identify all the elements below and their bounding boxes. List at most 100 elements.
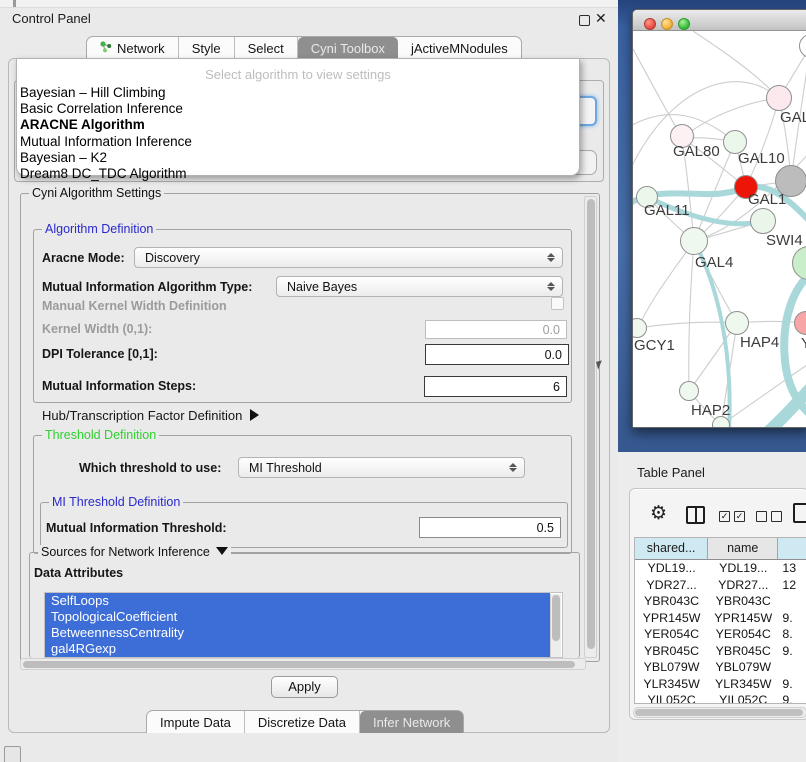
mi-algorithm-type-select[interactable]: Naive Bayes xyxy=(276,276,563,297)
table-horizontal-scrollbar[interactable] xyxy=(633,707,806,718)
zoom-traffic-light-icon[interactable] xyxy=(678,18,690,30)
table-cell: 8. xyxy=(778,626,806,643)
tab-label: Impute Data xyxy=(160,715,231,730)
table-row[interactable]: YER054CYER054C8. xyxy=(635,626,806,643)
network-node[interactable] xyxy=(712,416,730,427)
algorithm-option-basic-correlation-inference[interactable]: Basic Correlation Inference xyxy=(20,101,576,117)
algorithm-option-dream8-dc-tdc-algorithm[interactable]: Dream8 DC_TDC Algorithm xyxy=(20,166,576,182)
table-cell: YDR27... xyxy=(708,577,778,594)
tab-discretize-data[interactable]: Discretize Data xyxy=(245,711,360,733)
expand-arrow-icon xyxy=(250,409,259,421)
scrollbar-thumb[interactable] xyxy=(635,709,803,716)
table-cell: YIL052C xyxy=(635,692,708,704)
collapse-arrow-icon xyxy=(216,547,228,555)
table-row[interactable]: YLR345WYLR345W9. xyxy=(635,676,806,693)
attribute-item-betweennesscentrality[interactable]: BetweennessCentrality xyxy=(45,625,550,641)
sources-group-title[interactable]: Sources for Network Inference xyxy=(38,545,231,559)
cytoscape-screen: Control Panel ✕ NetworkStyleSelectCyni T… xyxy=(0,0,806,762)
column-header-name[interactable]: name xyxy=(708,538,778,559)
unchecked-checkbox-icon[interactable] xyxy=(771,511,782,522)
unchecked-checkbox-icon[interactable] xyxy=(756,511,767,522)
mi-threshold-label: Mutual Information Threshold: xyxy=(46,521,227,535)
algorithm-option-mutual-information-inference[interactable]: Mutual Information Inference xyxy=(20,134,576,150)
scrollbar-thumb[interactable] xyxy=(587,199,595,649)
table-row[interactable]: YDL19...YDL19...13 xyxy=(635,560,806,577)
tab-cyni-toolbox[interactable]: Cyni Toolbox xyxy=(298,37,398,59)
hub-definition-toggle[interactable]: Hub/Transcription Factor Definition xyxy=(42,408,259,423)
tab-infer-network[interactable]: Infer Network xyxy=(360,711,463,733)
network-node-gal4[interactable] xyxy=(680,227,708,255)
mi-threshold-input[interactable] xyxy=(419,517,561,538)
minimize-traffic-light-icon[interactable] xyxy=(661,18,673,30)
algorithm-option-aracne-algorithm[interactable]: ARACNE Algorithm xyxy=(20,117,576,133)
algorithm-option-bayesian-k2[interactable]: Bayesian – K2 xyxy=(20,150,576,166)
checked-checkbox-icon[interactable]: ✓ xyxy=(734,511,745,522)
table-row[interactable]: YBL079WYBL079W xyxy=(635,659,806,676)
attributes-scrollbar[interactable] xyxy=(550,594,561,658)
scrollbar-thumb[interactable] xyxy=(552,595,560,641)
float-window-icon[interactable] xyxy=(579,15,590,26)
tab-jactivemnodules[interactable]: jActiveMNodules xyxy=(398,37,521,59)
node-label-gal4: GAL4 xyxy=(695,254,733,271)
apply-button[interactable]: Apply xyxy=(271,676,338,698)
close-icon[interactable]: ✕ xyxy=(595,10,607,27)
aracne-mode-select[interactable]: Discovery xyxy=(134,247,563,268)
gear-icon[interactable]: ⚙ xyxy=(650,504,667,523)
kernel-width-input[interactable] xyxy=(425,320,567,339)
settings-horizontal-scrollbar[interactable] xyxy=(20,658,586,670)
close-traffic-light-icon[interactable] xyxy=(644,18,656,30)
data-attributes-list: SelfLoopsTopologicalCoefficientBetweenne… xyxy=(44,592,563,658)
network-window-titlebar[interactable] xyxy=(633,10,806,31)
network-graph[interactable]: GALGAL80GAL10GAL1GAL11SWI4GAL4HAP4YGCY1H… xyxy=(633,31,806,427)
checked-checkbox-icon[interactable]: ✓ xyxy=(719,511,730,522)
docked-panel-icon[interactable] xyxy=(4,746,21,762)
mi-steps-label: Mutual Information Steps: xyxy=(42,379,196,393)
columns-icon[interactable] xyxy=(686,506,705,524)
manual-kernel-width-checkbox[interactable] xyxy=(551,297,564,310)
column-header-shared[interactable]: shared... xyxy=(635,538,708,559)
attribute-item-topologicalcoefficient[interactable]: TopologicalCoefficient xyxy=(45,609,550,625)
bottom-tabs: Impute Data Discretize Data Infer Network xyxy=(146,710,464,733)
network-node-swi4[interactable] xyxy=(750,208,776,234)
attribute-item-gal4rgexp[interactable]: gal4RGexp xyxy=(45,641,550,657)
table-row[interactable]: YIL052CYIL052C9. xyxy=(635,692,806,704)
tab-select[interactable]: Select xyxy=(235,37,298,59)
settings-vertical-scrollbar[interactable] xyxy=(584,196,597,658)
table-cell: 9. xyxy=(778,643,806,660)
tab-label: Cyni Toolbox xyxy=(311,41,385,56)
tab-label: Network xyxy=(117,41,165,56)
mi-steps-input[interactable] xyxy=(424,376,567,397)
network-node-hap4[interactable] xyxy=(725,311,749,335)
tab-impute-data[interactable]: Impute Data xyxy=(147,711,245,733)
algorithm-dropdown-popup: Select algorithm to view settings Bayesi… xyxy=(16,58,580,176)
table-row[interactable]: YPR145WYPR145W9. xyxy=(635,610,806,627)
dpi-tolerance-input[interactable] xyxy=(425,344,569,365)
node-label-gcy1: GCY1 xyxy=(634,337,675,354)
algorithm-option-bayesian-hill-climbing[interactable]: Bayesian – Hill Climbing xyxy=(20,85,576,101)
tab-style[interactable]: Style xyxy=(179,37,235,59)
tab-network[interactable]: Network xyxy=(87,37,179,59)
table-rows: YDL19...YDL19...13YDR27...YDR27...12YBR0… xyxy=(635,560,806,704)
network-node-hap2[interactable] xyxy=(679,381,699,401)
scrollbar-thumb[interactable] xyxy=(23,661,575,668)
mi-threshold-group-title: MI Threshold Definition xyxy=(49,495,183,509)
document-icon[interactable] xyxy=(793,503,806,523)
table-row[interactable]: YDR27...YDR27...12 xyxy=(635,577,806,594)
network-tab-icon xyxy=(100,41,112,56)
tab-label: Discretize Data xyxy=(258,715,346,730)
column-header[interactable] xyxy=(778,538,806,559)
table-row[interactable]: YBR045CYBR045C9. xyxy=(635,643,806,660)
which-threshold-select[interactable]: MI Threshold xyxy=(238,457,525,478)
node-label-gal: GAL xyxy=(780,109,806,126)
dpi-tolerance-label: DPI Tolerance [0,1]: xyxy=(42,347,158,361)
table-row[interactable]: YBR043CYBR043C xyxy=(635,593,806,610)
node-label-hap4: HAP4 xyxy=(740,334,779,351)
attribute-item-selfloops[interactable]: SelfLoops xyxy=(45,593,550,609)
node-attribute-table: shared...name YDL19...YDL19...13YDR27...… xyxy=(634,537,806,704)
mi-algorithm-type-label: Mutual Information Algorithm Type: xyxy=(42,280,252,294)
algorithm-definition-title: Algorithm Definition xyxy=(42,222,156,236)
data-attributes-label: Data Attributes xyxy=(34,566,123,580)
network-node-gal[interactable] xyxy=(766,85,792,111)
table-panel: Table Panel ⚙ ✓ ✓ shared...name YDL19...… xyxy=(618,452,806,762)
table-cell: YPR145W xyxy=(708,610,778,627)
